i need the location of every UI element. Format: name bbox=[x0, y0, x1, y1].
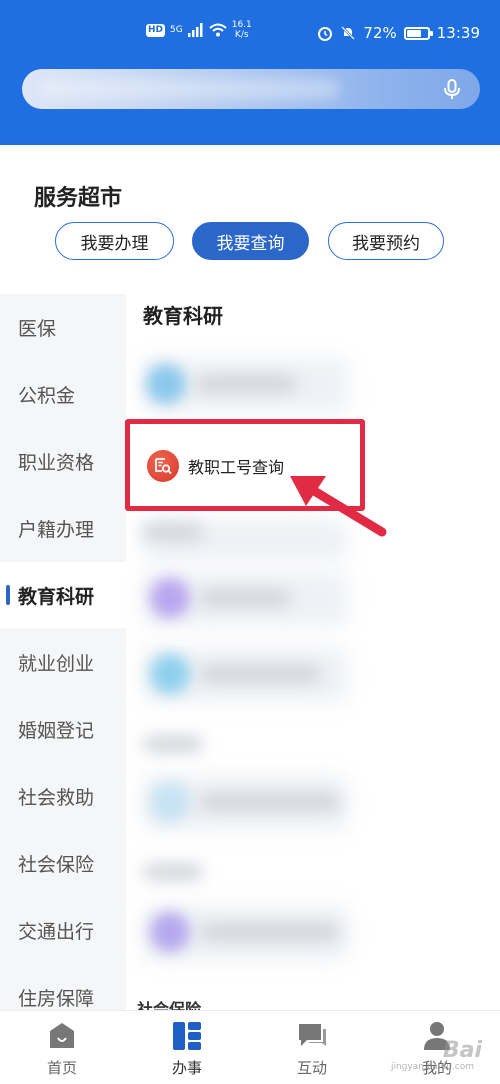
sidebar-item-medical-insurance[interactable]: 医保 bbox=[0, 294, 126, 360]
blurred-item-icon bbox=[150, 654, 190, 694]
segment-appointment[interactable]: 我要预约 bbox=[328, 222, 444, 260]
mute-bell-icon bbox=[341, 26, 356, 40]
blurred-item-text bbox=[200, 666, 320, 682]
signal-bars-icon bbox=[187, 23, 203, 37]
section-title: 教育科研 bbox=[143, 304, 223, 328]
sidebar-item-housing[interactable]: 住房保障 bbox=[0, 964, 126, 1010]
blurred-item-text bbox=[200, 924, 340, 940]
alarm-icon bbox=[318, 27, 333, 41]
sidebar-item-qualification[interactable]: 职业资格 bbox=[0, 428, 126, 494]
battery-level bbox=[406, 29, 421, 37]
signal-label: 5G bbox=[170, 24, 183, 35]
tab-services-label: 办事 bbox=[171, 1059, 202, 1077]
blurred-item-icon bbox=[150, 912, 190, 952]
staff-id-query-item[interactable]: 教职工号查询 bbox=[147, 450, 284, 482]
chat-icon bbox=[299, 1024, 326, 1046]
sidebar-item-household[interactable]: 户籍办理 bbox=[0, 495, 126, 561]
sidebar-item-marriage[interactable]: 婚姻登记 bbox=[0, 696, 126, 762]
baidu-watermark: Bai bbox=[442, 1038, 482, 1063]
tab-interact-label: 互动 bbox=[296, 1059, 327, 1077]
segment-handle[interactable]: 我要办理 bbox=[55, 222, 174, 260]
tab-services[interactable]: 办事 bbox=[137, 1011, 237, 1084]
blurred-item-text bbox=[196, 376, 296, 392]
network-speed-value: 16.1 bbox=[231, 20, 252, 30]
blurred-item-icon bbox=[150, 578, 190, 618]
tab-home-label: 首页 bbox=[46, 1059, 77, 1077]
status-bar-network: HD 5G 16.1 K/s bbox=[146, 20, 252, 40]
battery-icon bbox=[403, 26, 433, 40]
sidebar-item-housing-fund[interactable]: 公积金 bbox=[0, 361, 126, 427]
app-header: HD 5G 16.1 K/s 72% 13:39 bbox=[0, 0, 500, 145]
sidebar-item-social-insurance[interactable]: 社会保险 bbox=[0, 830, 126, 896]
battery-percent: 72% bbox=[363, 24, 397, 42]
network-speed: 16.1 K/s bbox=[232, 20, 252, 40]
blurred-section-heading bbox=[143, 736, 203, 752]
network-speed-unit: K/s bbox=[234, 30, 249, 40]
staff-id-query-label: 教职工号查询 bbox=[188, 458, 285, 477]
search-placeholder-blurred bbox=[40, 79, 340, 99]
blurred-item-icon bbox=[150, 782, 190, 822]
status-bar-system: 72% 13:39 bbox=[317, 24, 480, 42]
sidebar-item-transport[interactable]: 交通出行 bbox=[0, 897, 126, 963]
tab-home[interactable]: 首页 bbox=[12, 1011, 112, 1084]
service-market-title: 服务超市 bbox=[34, 186, 123, 211]
bottom-tab-bar: 首页 办事 互动 我的 bbox=[0, 1010, 500, 1084]
category-sidebar: 医保 公积金 职业资格 户籍办理 教育科研 就业创业 婚姻登记 社会救助 社会保… bbox=[0, 294, 126, 1010]
sidebar-item-social-aid[interactable]: 社会救助 bbox=[0, 763, 126, 829]
blurred-section-heading bbox=[143, 524, 203, 540]
wifi-icon bbox=[209, 23, 227, 37]
blurred-item-icon bbox=[146, 364, 186, 404]
sidebar-item-employment[interactable]: 就业创业 bbox=[0, 629, 126, 695]
baidu-watermark-url: jingyan.baidu.com bbox=[390, 1062, 474, 1072]
services-grid-icon bbox=[173, 1022, 201, 1050]
status-bar: HD 5G 16.1 K/s 72% 13:39 bbox=[0, 18, 500, 58]
blurred-item-text bbox=[200, 794, 340, 810]
blurred-item-text bbox=[200, 590, 290, 606]
segment-query[interactable]: 我要查询 bbox=[192, 222, 309, 260]
staff-id-search-icon bbox=[147, 450, 179, 482]
tab-interact[interactable]: 互动 bbox=[262, 1011, 362, 1084]
blurred-section-heading bbox=[143, 864, 203, 880]
search-bar[interactable] bbox=[22, 69, 480, 109]
mic-icon[interactable] bbox=[440, 77, 464, 101]
clock: 13:39 bbox=[436, 24, 480, 42]
sidebar-item-education[interactable]: 教育科研 bbox=[0, 562, 126, 628]
hd-badge: HD bbox=[146, 23, 166, 37]
home-icon bbox=[50, 1023, 74, 1048]
